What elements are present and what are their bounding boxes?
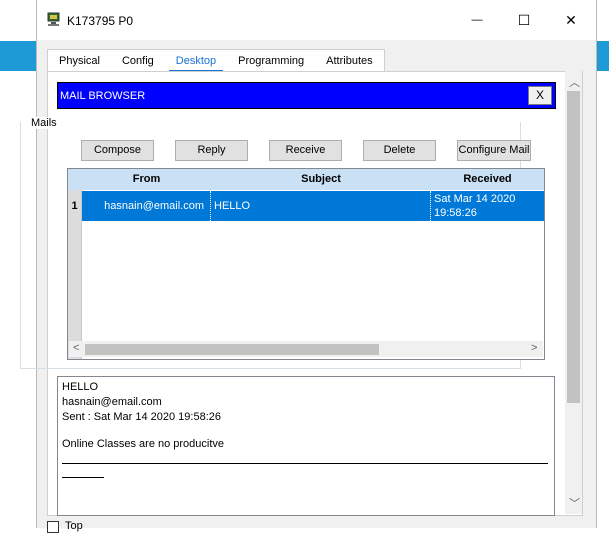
received-date: Sat Mar 14 2020 [434,193,516,205]
message-preview[interactable]: HELLO hasnain@email.com Sent : Sat Mar 1… [57,376,555,516]
scroll-left-icon[interactable]: < [73,342,79,354]
scroll-right-icon[interactable]: > [531,342,537,354]
table-row[interactable]: 1 hasnain@email.com HELLO Sat Mar 14 202… [68,191,544,221]
column-header-received[interactable]: Received [431,169,544,190]
top-checkbox-label: Top [65,520,83,532]
tab-programming[interactable]: Programming [227,50,315,72]
mail-browser-header: MAIL BROWSER X [57,82,556,109]
cell-from[interactable]: hasnain@email.com [82,191,211,221]
row-number: 1 [71,200,78,212]
reply-button[interactable]: Reply [175,140,248,161]
title-bar: K173795 P0 — ☐ ✕ [37,0,596,40]
desktop-bar-left [0,41,36,71]
desktop-bar-right [597,41,609,71]
table-header: From Subject Received [68,169,544,190]
configure-mail-button[interactable]: Configure Mail [457,140,531,161]
scroll-down-icon[interactable]: ﹀ [569,495,580,511]
table-horizontal-scrollbar[interactable]: < > [69,341,543,357]
column-header-from[interactable]: From [82,169,211,190]
scroll-up-icon[interactable]: ︿ [569,74,580,90]
pc-device-icon [47,12,60,26]
panel-vertical-scrollbar[interactable]: ︿ ﹀ [565,71,582,514]
table-scroll-thumb[interactable] [85,344,379,355]
panel-scroll-thumb[interactable] [567,91,580,403]
receive-button[interactable]: Receive [269,140,342,161]
close-button[interactable]: ✕ [548,0,594,40]
window-title: K173795 P0 [67,14,134,28]
tab-desktop[interactable]: Desktop [165,50,227,72]
mail-browser-title: MAIL BROWSER [60,90,146,102]
cell-received[interactable]: Sat Mar 14 2020 19:58:26 [431,191,544,221]
cell-subject[interactable]: HELLO [211,191,431,221]
message-sent: Sent : Sat Mar 14 2020 19:58:26 [62,411,222,423]
message-body: Online Classes are no producitve [62,438,225,450]
tab-attributes[interactable]: Attributes [315,50,383,72]
mail-browser-close-button[interactable]: X [528,86,552,105]
received-time: 19:58:26 [434,207,477,219]
minimize-button[interactable]: — [454,0,500,40]
top-checkbox[interactable] [47,521,59,533]
maximize-button[interactable]: ☐ [501,0,547,40]
delete-button[interactable]: Delete [363,140,436,161]
compose-button[interactable]: Compose [81,140,154,161]
message-subject: HELLO [62,381,99,393]
column-header-subject[interactable]: Subject [211,169,431,190]
tab-config[interactable]: Config [111,50,165,72]
message-divider-short [62,477,104,478]
mail-table: From Subject Received 1 hasnain@email.co… [67,168,545,360]
tab-physical[interactable]: Physical [48,50,111,72]
message-from: hasnain@email.com [62,396,162,408]
message-divider [62,463,548,464]
mails-group-label: Mails [30,117,58,129]
tab-bar: Physical Config Desktop Programming Attr… [47,49,385,72]
